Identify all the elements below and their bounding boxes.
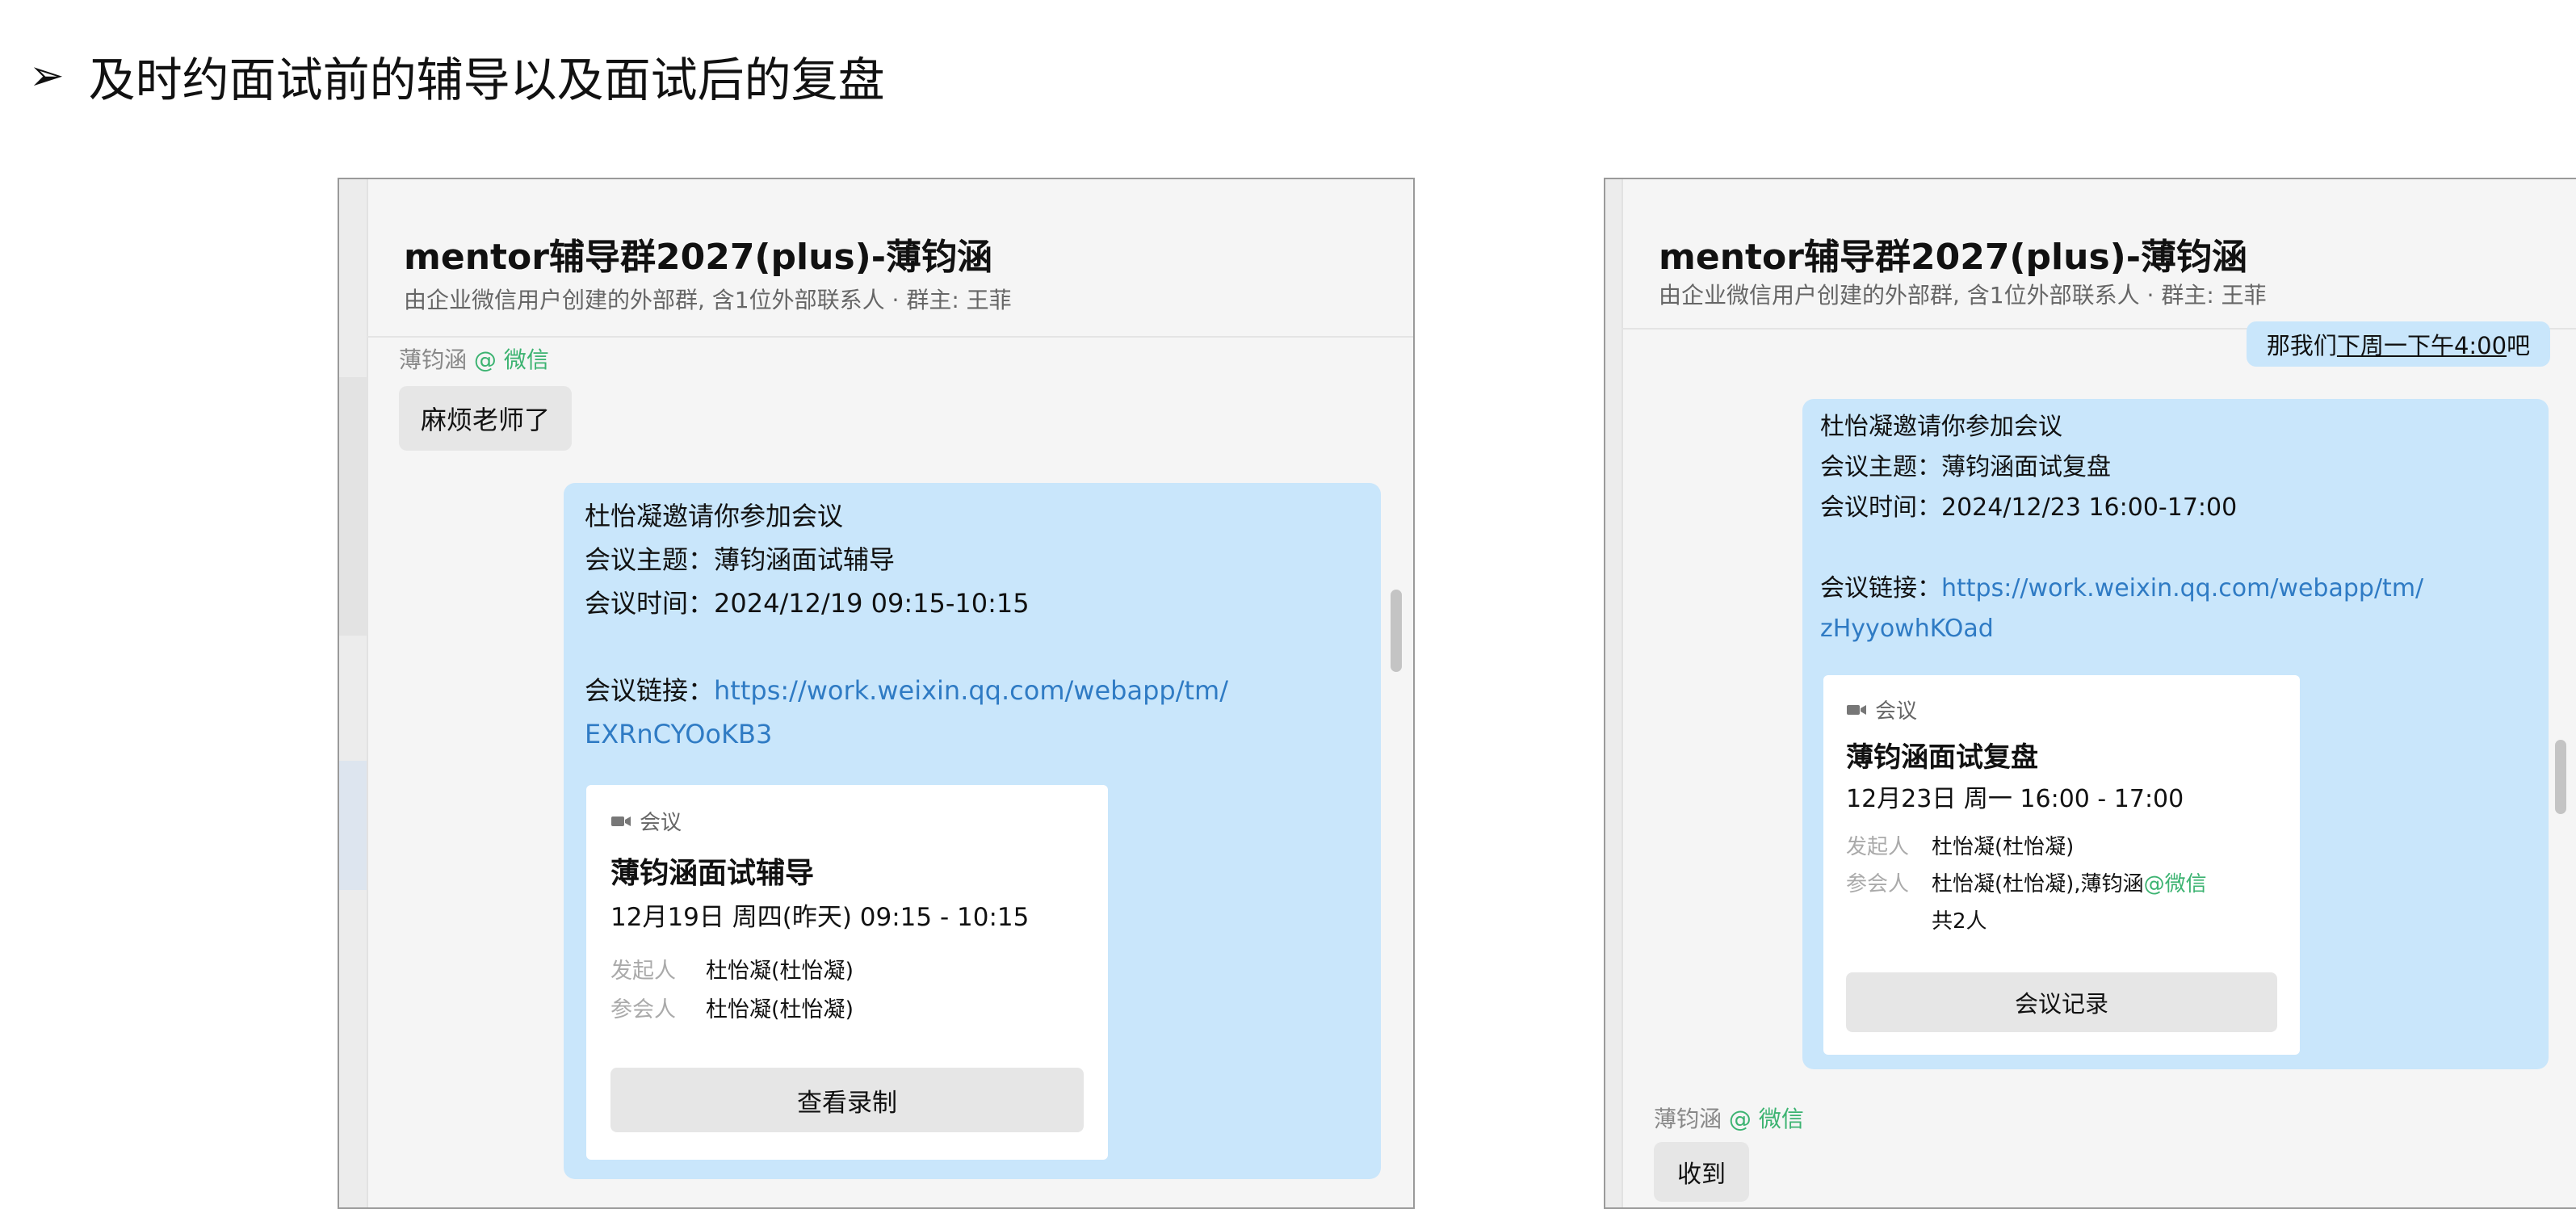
chat-window-right: mentor辅导群2027(plus)-薄钧涵 由企业微信用户创建的外部群, 含…	[1604, 178, 2576, 1209]
attendee-value: 杜怡凝(杜怡凝),薄钧涵@微信	[1932, 867, 2207, 897]
sender-name: 薄钧涵	[1654, 1106, 1722, 1132]
attendee-value: 杜怡凝(杜怡凝)	[706, 997, 854, 1022]
invite-line: 杜怡凝邀请你参加会议	[1820, 413, 2062, 441]
chat-window-left: mentor辅导群2027(plus)-薄钧涵 由企业微信用户创建的外部群, 含…	[338, 178, 1415, 1209]
organizer-label: 发起人	[610, 959, 676, 984]
meeting-time: 12月19日 周四(昨天) 09:15 - 10:15	[610, 903, 1030, 932]
meeting-invite-bubble[interactable]: 杜怡凝邀请你参加会议 会议主题：薄钧涵面试辅导 会议时间：2024/12/19 …	[564, 483, 1381, 1179]
invite-link-label: 会议链接：	[585, 675, 715, 706]
meeting-tag-label: 会议	[1875, 699, 1918, 724]
wechat-source-tag: @ 微信	[473, 346, 549, 373]
conversation-list-edge	[1605, 179, 1623, 1207]
message-bubble[interactable]: 麻烦老师了	[399, 386, 572, 451]
video-camera-icon	[1847, 704, 1866, 715]
heading-text: 及时约面试前的辅导以及面试后的复盘	[88, 52, 885, 107]
invite-link-row: 会议链接：https://work.weixin.qq.com/webapp/t…	[585, 669, 1228, 712]
chat-subtitle: 由企业微信用户创建的外部群, 含1位外部联系人 · 群主: 王菲	[404, 287, 1012, 313]
meeting-link-cont[interactable]: EXRnCYOoKB3	[585, 712, 1228, 756]
message-sender: 薄钧涵 @ 微信	[399, 342, 549, 375]
chat-title: mentor辅导群2027(plus)-薄钧涵	[1659, 237, 2248, 278]
message-sender: 薄钧涵 @ 微信	[1654, 1102, 1804, 1134]
conversation-item-selected[interactable]	[339, 761, 367, 890]
meeting-card[interactable]: 会议 薄钧涵面试辅导 12月19日 周四(昨天) 09:15 - 10:15 发…	[586, 785, 1108, 1160]
invite-subject: 会议主题：薄钧涵面试复盘	[1820, 453, 2111, 481]
meeting-link-cont[interactable]: zHyyowhKOad	[1820, 609, 2423, 649]
meeting-title: 薄钧涵面试辅导	[610, 857, 815, 890]
msg-text-suffix: 吧	[2507, 332, 2531, 359]
scrollbar-thumb[interactable]	[1391, 590, 1402, 672]
meeting-card[interactable]: 会议 薄钧涵面试复盘 12月23日 周一 16:00 - 17:00 发起人 杜…	[1823, 675, 2300, 1055]
message-bubble[interactable]: 收到	[1654, 1142, 1749, 1202]
sender-name: 薄钧涵	[399, 346, 468, 373]
chat-subtitle: 由企业微信用户创建的外部群, 含1位外部联系人 · 群主: 王菲	[1659, 282, 2267, 309]
organizer-value: 杜怡凝(杜怡凝)	[706, 959, 854, 984]
meeting-tag: 会议	[610, 806, 682, 836]
meeting-link[interactable]: https://work.weixin.qq.com/webapp/tm/	[714, 675, 1228, 706]
organizer-value: 杜怡凝(杜怡凝)	[1932, 835, 2075, 859]
meeting-time: 12月23日 周一 16:00 - 17:00	[1846, 785, 2184, 813]
attendee-label: 参会人	[1846, 872, 1910, 896]
arrow-bullet-icon: ➢	[29, 52, 65, 100]
wechat-source-tag: @微信	[2143, 872, 2207, 896]
msg-text: 那我们	[2266, 332, 2337, 359]
attendee-count: 共2人	[1932, 909, 1987, 934]
wechat-source-tag: @ 微信	[1728, 1106, 1804, 1132]
meeting-record-button[interactable]: 会议记录	[1846, 972, 2277, 1032]
attendee-label: 参会人	[610, 997, 676, 1022]
invite-time: 会议时间：2024/12/23 16:00-17:00	[1820, 493, 2238, 522]
scrollbar-thumb[interactable]	[2555, 740, 2566, 814]
invite-link-label: 会议链接：	[1820, 574, 1941, 602]
invite-subject: 会议主题：薄钧涵面试辅导	[585, 544, 896, 575]
chat-title: mentor辅导群2027(plus)-薄钧涵	[404, 237, 993, 278]
conversation-item[interactable]	[339, 377, 367, 636]
slide-heading: ➢ 及时约面试前的辅导以及面试后的复盘	[29, 42, 885, 110]
message-bubble[interactable]: 那我们 下周一下午4:00 吧	[2247, 321, 2550, 367]
organizer-label: 发起人	[1846, 835, 1910, 859]
video-camera-icon	[611, 816, 631, 826]
invite-time: 会议时间：2024/12/19 09:15-10:15	[585, 588, 1030, 619]
msg-time-link[interactable]: 下周一下午4:00	[2337, 327, 2507, 361]
meeting-tag: 会议	[1846, 695, 1917, 724]
view-recording-button[interactable]: 查看录制	[610, 1068, 1084, 1132]
invite-line: 杜怡凝邀请你参加会议	[585, 501, 844, 531]
conversation-list-edge	[339, 179, 368, 1207]
header-divider	[367, 336, 1413, 338]
attendee-names: 杜怡凝(杜怡凝),薄钧涵	[1932, 872, 2144, 896]
invite-link-row: 会议链接：https://work.weixin.qq.com/webapp/t…	[1820, 569, 2423, 609]
meeting-title: 薄钧涵面试复盘	[1846, 741, 2038, 774]
meeting-tag-label: 会议	[640, 811, 682, 835]
meeting-invite-bubble[interactable]: 杜怡凝邀请你参加会议 会议主题：薄钧涵面试复盘 会议时间：2024/12/23 …	[1802, 399, 2549, 1069]
meeting-link[interactable]: https://work.weixin.qq.com/webapp/tm/	[1941, 574, 2423, 602]
